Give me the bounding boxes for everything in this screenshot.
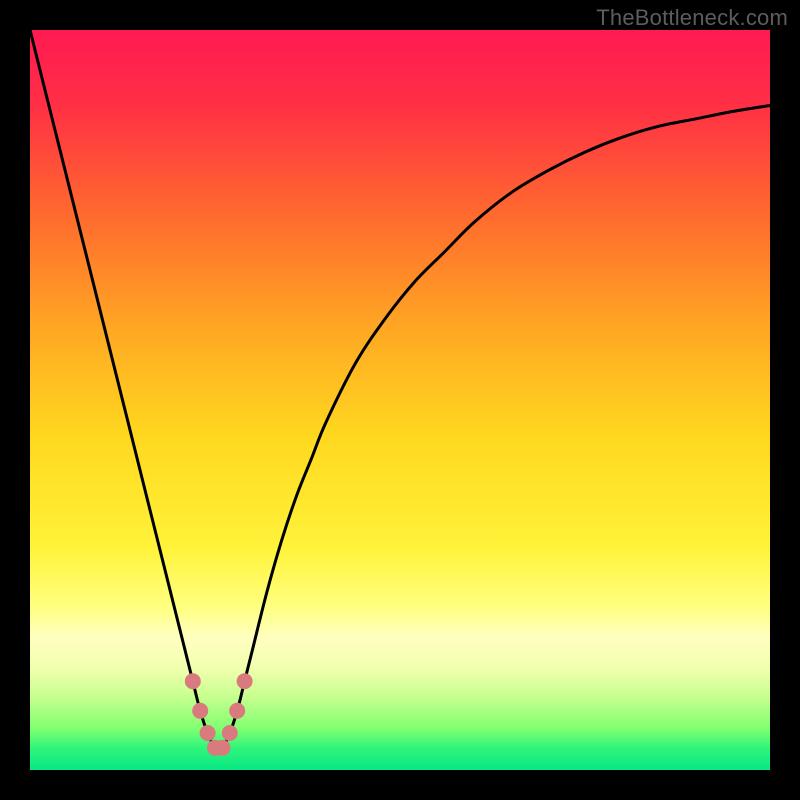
marker-point <box>229 703 245 719</box>
marker-point <box>214 740 230 756</box>
marker-group <box>185 673 253 756</box>
plot-area <box>30 30 770 770</box>
marker-point <box>185 673 201 689</box>
marker-point <box>200 725 216 741</box>
marker-point <box>237 673 253 689</box>
marker-point <box>222 725 238 741</box>
watermark-text: TheBottleneck.com <box>596 5 788 31</box>
chart-frame: TheBottleneck.com <box>0 0 800 800</box>
curve-layer <box>30 30 770 770</box>
marker-point <box>192 703 208 719</box>
bottleneck-curve <box>30 30 770 750</box>
